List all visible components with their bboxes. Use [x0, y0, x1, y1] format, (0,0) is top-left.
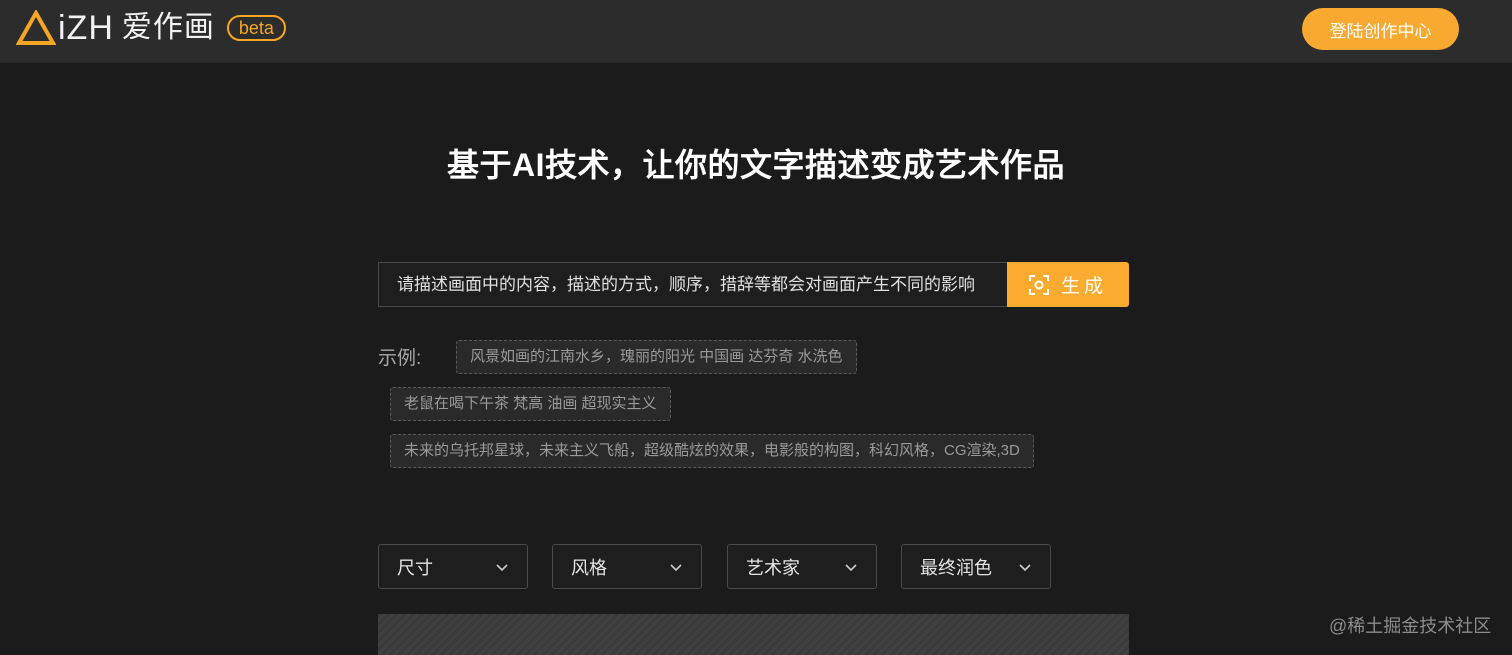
example-chip[interactable]: 老鼠在喝下午茶 梵高 油画 超现实主义 — [390, 387, 671, 421]
logo-text: iZH — [58, 9, 114, 47]
example-chip[interactable]: 风景如画的江南水乡，瑰丽的阳光 中国画 达芬奇 水洗色 — [456, 340, 857, 374]
example-chip[interactable]: 未来的乌托邦星球，未来主义飞船，超级酷炫的效果，电影般的构图，科幻风格，CG渲染… — [390, 434, 1034, 468]
style-select-label: 风格 — [571, 557, 607, 578]
chevron-down-icon — [1019, 563, 1031, 571]
final-polish-select-label: 最终润色 — [920, 557, 992, 578]
logo[interactable]: iZH 爱作画 beta — [16, 8, 286, 48]
chevron-down-icon — [845, 563, 857, 571]
page-title: 基于AI技术，让你的文字描述变成艺术作品 — [446, 147, 1065, 183]
examples-label: 示例: — [378, 348, 422, 369]
top-bar: iZH 爱作画 beta 登陆创作中心 — [0, 0, 1512, 63]
style-select[interactable]: 风格 — [552, 544, 702, 589]
artist-select[interactable]: 艺术家 — [727, 544, 877, 589]
triangle-logo-icon — [16, 10, 56, 45]
artist-select-label: 艺术家 — [746, 557, 800, 578]
watermark: @稀土掘金技术社区 — [1329, 616, 1492, 636]
scan-icon — [1028, 274, 1049, 295]
generate-button[interactable]: 生成 — [1007, 262, 1129, 307]
login-creator-center-button[interactable]: 登陆创作中心 — [1302, 8, 1459, 50]
size-select-label: 尺寸 — [397, 557, 433, 578]
prompt-input[interactable] — [378, 262, 1007, 307]
chevron-down-icon — [496, 563, 508, 571]
logo-chinese-name: 爱作画 — [121, 11, 215, 44]
final-polish-select[interactable]: 最终润色 — [901, 544, 1051, 589]
beta-badge: beta — [226, 15, 286, 41]
generate-button-label: 生成 — [1060, 276, 1107, 297]
image-canvas-area — [378, 614, 1129, 655]
chevron-down-icon — [670, 563, 682, 571]
size-select[interactable]: 尺寸 — [378, 544, 528, 589]
